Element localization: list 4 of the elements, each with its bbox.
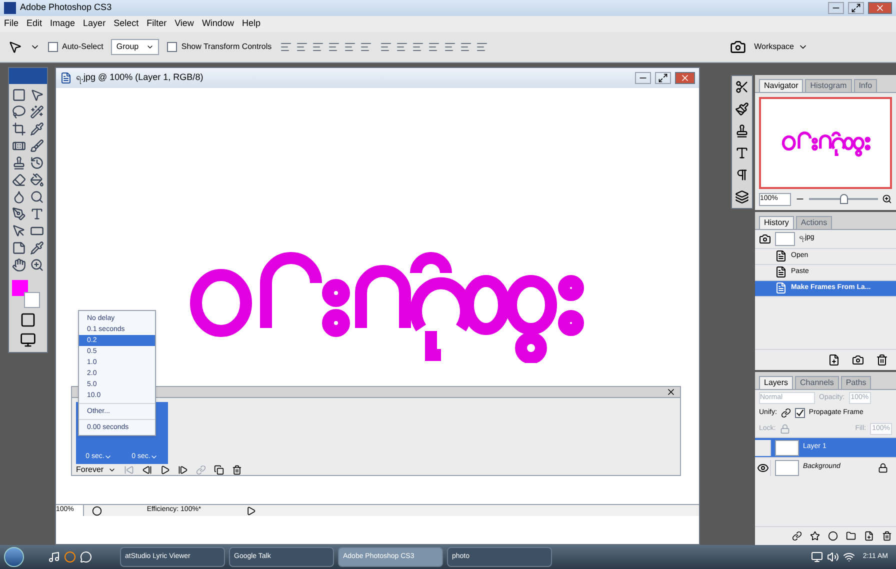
window-title: Adobe Photoshop CS3 [20,1,113,14]
document-title: ရ.jpg @ 100% (Layer 1, RGB/8) [76,71,204,85]
checkbox-label: Auto-Select [62,41,104,53]
checkbox-label: Show Transform Controls [181,41,272,53]
